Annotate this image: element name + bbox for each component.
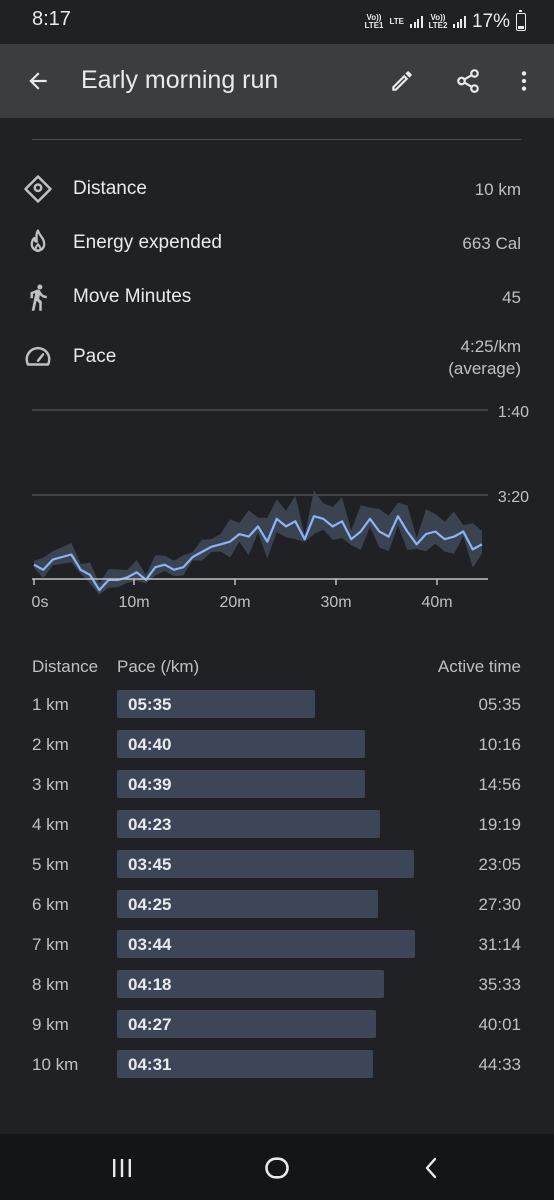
split-distance: 5 km xyxy=(32,855,69,874)
stat-value: 10 km xyxy=(474,180,521,199)
split-distance: 4 km xyxy=(32,815,69,834)
split-distance: 6 km xyxy=(32,895,69,914)
y-tick-label: 1:40 xyxy=(498,404,529,421)
recent-apps-icon[interactable] xyxy=(102,1151,142,1185)
split-row: 1 km 05:35 05:35 xyxy=(0,690,554,720)
battery-icon xyxy=(516,10,526,31)
split-distance: 7 km xyxy=(32,935,69,954)
stat-energy: Energy expended 663 Cal xyxy=(0,219,554,269)
split-active-time: 19:19 xyxy=(478,815,521,834)
signal-2-icon xyxy=(453,16,466,28)
split-row: 7 km 03:44 31:14 xyxy=(0,930,554,960)
split-pace: 04:25 xyxy=(128,895,172,914)
split-pace: 03:44 xyxy=(128,935,172,954)
column-header-distance: Distance xyxy=(32,657,99,676)
system-nav-bar xyxy=(0,1134,554,1200)
split-pace: 04:39 xyxy=(128,775,172,794)
split-active-time: 27:30 xyxy=(478,895,521,914)
split-active-time: 14:56 xyxy=(478,775,521,794)
x-tick-label: 0s xyxy=(32,594,49,611)
split-row: 3 km 04:39 14:56 xyxy=(0,770,554,800)
x-tick-label: 30m xyxy=(320,594,351,611)
split-active-time: 05:35 xyxy=(478,695,521,714)
split-pace: 04:40 xyxy=(128,735,172,754)
status-icons: Vo)) LTE1 LTE Vo)) LTE2 17% xyxy=(365,8,526,36)
split-pace: 04:27 xyxy=(128,1015,172,1034)
status-time: 8:17 xyxy=(32,8,71,30)
lte1-indicator: Vo)) LTE1 xyxy=(364,13,384,30)
stat-move-minutes: Move Minutes 45 xyxy=(0,273,554,323)
split-row: 10 km 04:31 44:33 xyxy=(0,1050,554,1080)
x-tick-label: 40m xyxy=(421,594,452,611)
stat-sub: (average) xyxy=(448,359,521,378)
split-row: 2 km 04:40 10:16 xyxy=(0,730,554,760)
speedometer-icon xyxy=(22,341,54,373)
split-pace: 05:35 xyxy=(128,695,172,714)
back-icon[interactable] xyxy=(412,1151,452,1185)
location-pin-icon xyxy=(22,173,54,205)
split-active-time: 40:01 xyxy=(478,1015,521,1034)
x-tick-label: 10m xyxy=(118,594,149,611)
column-header-pace: Pace (/km) xyxy=(117,657,200,676)
x-tick-label: 20m xyxy=(219,594,250,611)
split-active-time: 44:33 xyxy=(478,1055,521,1074)
walking-icon xyxy=(22,281,54,313)
split-row: 8 km 04:18 35:33 xyxy=(0,970,554,1000)
split-active-time: 31:14 xyxy=(478,935,521,954)
split-distance: 9 km xyxy=(32,1015,69,1034)
section-divider xyxy=(32,139,521,140)
split-row: 6 km 04:25 27:30 xyxy=(0,890,554,920)
home-icon[interactable] xyxy=(257,1151,297,1185)
split-active-time: 10:16 xyxy=(478,735,521,754)
y-tick-label: 3:20 xyxy=(498,489,529,506)
stat-value: 663 Cal xyxy=(462,234,521,253)
split-row: 5 km 03:45 23:05 xyxy=(0,850,554,880)
column-header-active-time: Active time xyxy=(437,657,521,676)
stat-label: Energy expended xyxy=(73,232,222,253)
battery-percent: 17% xyxy=(471,11,510,32)
pace-chart: 1:40 3:20 0s 10m 20m 30m 40m xyxy=(32,404,530,611)
split-pace: 04:31 xyxy=(128,1055,172,1074)
split-active-time: 35:33 xyxy=(478,975,521,994)
stat-distance: Distance 10 km xyxy=(0,165,554,215)
split-active-time: 23:05 xyxy=(478,855,521,874)
stat-label: Move Minutes xyxy=(73,286,192,307)
split-row: 9 km 04:27 40:01 xyxy=(0,1010,554,1040)
page-title: Early morning run xyxy=(81,66,279,94)
stat-value: 4:25/km xyxy=(460,337,521,356)
fire-icon xyxy=(22,227,54,259)
stat-label: Pace xyxy=(73,346,117,367)
app-bar: Early morning run xyxy=(0,44,554,118)
split-distance: 8 km xyxy=(32,975,69,994)
stat-value: 45 xyxy=(502,288,521,307)
split-distance: 1 km xyxy=(32,695,69,714)
status-bar: 8:17 Vo)) LTE1 LTE Vo)) LTE2 17% xyxy=(0,0,554,44)
lte2-indicator: Vo)) LTE2 xyxy=(428,13,448,30)
split-distance: 10 km xyxy=(32,1055,79,1074)
split-pace: 04:18 xyxy=(128,975,172,994)
signal-1-icon xyxy=(410,16,423,28)
split-distance: 2 km xyxy=(32,735,69,754)
stat-pace: Pace 4:25/km (average) xyxy=(0,334,554,380)
share-icon[interactable] xyxy=(444,57,492,105)
split-row: 4 km 04:23 19:19 xyxy=(0,810,554,840)
back-arrow-icon[interactable] xyxy=(14,57,62,105)
split-distance: 3 km xyxy=(32,775,69,794)
lte-data-icon: LTE xyxy=(389,17,404,26)
split-pace: 04:23 xyxy=(128,815,172,834)
split-pace: 03:45 xyxy=(128,855,172,874)
more-vert-icon[interactable] xyxy=(500,57,548,105)
stat-label: Distance xyxy=(73,178,147,199)
edit-pencil-icon[interactable] xyxy=(378,57,426,105)
